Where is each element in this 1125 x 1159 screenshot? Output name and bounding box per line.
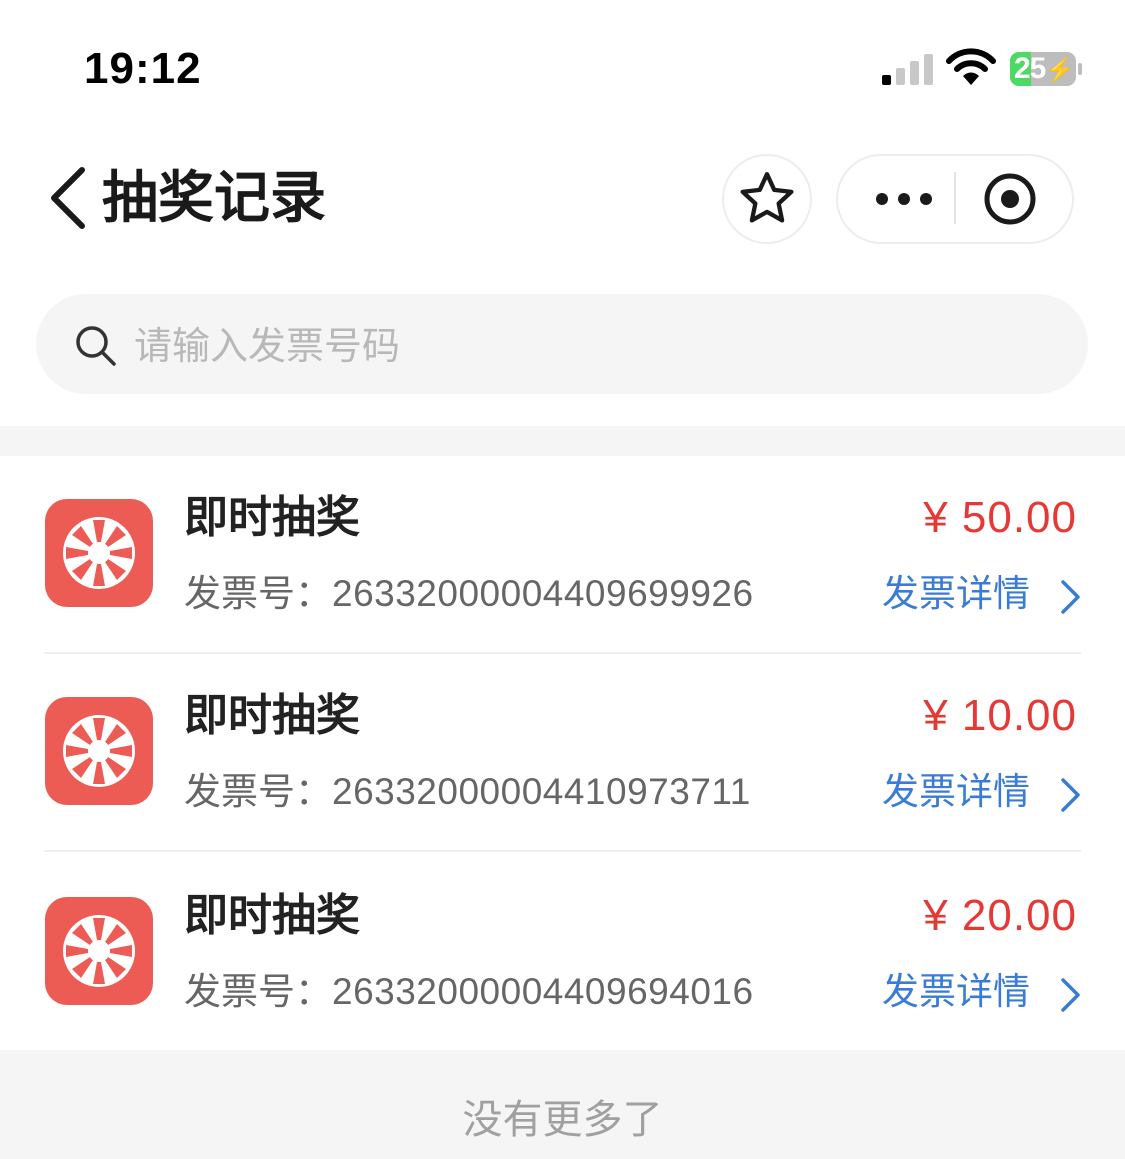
lottery-wheel-icon <box>45 499 153 607</box>
record-amount: ¥ 50.00 <box>923 493 1077 542</box>
no-more-text: 没有更多了 <box>462 1097 663 1143</box>
invoice-info: 发票号：26332000004409699926 <box>184 570 754 618</box>
section-separator <box>0 426 1125 456</box>
record-amount: ¥ 10.00 <box>923 691 1077 740</box>
divider <box>44 850 1081 852</box>
chevron-right-icon[interactable] <box>1058 578 1084 616</box>
status-time: 19:12 <box>84 44 202 93</box>
record-list: 即时抽奖 ¥ 50.00 发票号：26332000004409699926 发票… <box>0 456 1125 1050</box>
invoice-label: 发票号： <box>184 572 332 615</box>
invoice-label: 发票号： <box>184 770 332 813</box>
invoice-info: 发票号：26332000004410973711 <box>184 768 751 816</box>
invoice-info: 发票号：26332000004409694016 <box>184 968 754 1016</box>
back-chevron-icon[interactable] <box>44 166 94 230</box>
list-item: 即时抽奖 ¥ 10.00 发票号：26332000004410973711 发票… <box>0 654 1125 852</box>
invoice-detail-link[interactable]: 发票详情 <box>882 968 1030 1016</box>
search-icon <box>76 326 116 366</box>
list-item: 即时抽奖 ¥ 20.00 发票号：26332000004409694016 发票… <box>0 854 1125 1052</box>
favorite-button[interactable] <box>722 154 812 244</box>
star-icon <box>740 172 794 223</box>
invoice-number: 26332000004409694016 <box>332 971 754 1012</box>
lottery-wheel-icon <box>45 897 153 1005</box>
target-close-icon[interactable] <box>958 156 1068 242</box>
more-dots-icon[interactable] <box>846 156 956 242</box>
status-bar: 19:12 25⚡ <box>0 0 1125 130</box>
record-title: 即时抽奖 <box>184 690 360 741</box>
list-item: 即时抽奖 ¥ 50.00 发票号：26332000004409699926 发票… <box>0 456 1125 654</box>
invoice-number: 26332000004410973711 <box>332 771 751 812</box>
search-input[interactable] <box>134 316 1034 376</box>
cellular-signal-icon <box>882 54 933 85</box>
page-title: 抽奖记录 <box>102 166 326 231</box>
invoice-number: 26332000004409699926 <box>332 573 754 614</box>
battery-level: 25⚡ <box>1014 52 1075 85</box>
record-amount: ¥ 20.00 <box>923 891 1077 940</box>
record-title: 即时抽奖 <box>184 890 360 941</box>
chevron-right-icon[interactable] <box>1058 976 1084 1014</box>
lottery-wheel-icon <box>45 697 153 805</box>
invoice-detail-link[interactable]: 发票详情 <box>882 768 1030 816</box>
chevron-right-icon[interactable] <box>1058 776 1084 814</box>
invoice-detail-link[interactable]: 发票详情 <box>882 570 1030 618</box>
wifi-icon <box>946 48 996 85</box>
invoice-label: 发票号： <box>184 970 332 1013</box>
capsule-divider <box>954 172 956 224</box>
record-title: 即时抽奖 <box>184 492 360 543</box>
